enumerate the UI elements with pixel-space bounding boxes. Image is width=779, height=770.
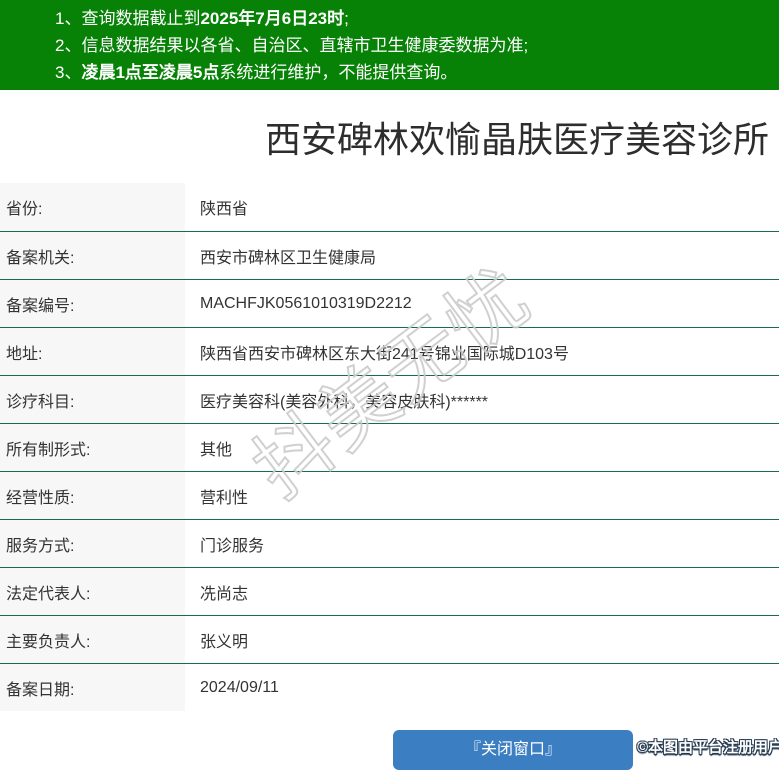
row-value-address: 陕西省西安市碑林区东大街241号锦业国际城D103号 bbox=[200, 345, 569, 363]
table-row: 主要负责人: 张义明 bbox=[0, 615, 779, 663]
notice-text: 信息数据结果以各省、自治区、直辖市卫生健康委数据为准; bbox=[81, 36, 529, 55]
notice-bold-text: 凌晨1点至凌晨5点 bbox=[81, 63, 220, 82]
row-value-business-nature: 营利性 bbox=[200, 489, 249, 507]
notice-number: 1、 bbox=[55, 9, 82, 28]
table-row: 备案编号: MACHFJK0561010319D2212 bbox=[0, 279, 779, 327]
row-label-legal-representative: 法定代表人: bbox=[0, 568, 185, 615]
row-label-filing-number: 备案编号: bbox=[0, 280, 185, 327]
row-label-filing-date: 备案日期: bbox=[0, 664, 185, 711]
notice-bold-text: 2025年7月6日23时 bbox=[200, 9, 345, 28]
notice-line-3: 3、凌晨1点至凌晨5点系统进行维护，不能提供查询。 bbox=[0, 59, 779, 86]
row-label-business-nature: 经营性质: bbox=[0, 472, 185, 519]
notice-text: 系统进行维护，不能提供查询。 bbox=[219, 63, 458, 82]
page-title: 西安碑林欢愉晶肤医疗美容诊所 bbox=[265, 119, 770, 160]
row-value-service-mode: 门诊服务 bbox=[200, 537, 265, 555]
notice-number: 2、 bbox=[55, 36, 82, 55]
notice-line-1: 1、查询数据截止到2025年7月6日23时; bbox=[0, 5, 779, 32]
close-window-button[interactable]: 『关闭窗口』 bbox=[393, 730, 633, 770]
row-label-principal-in-charge: 主要负责人: bbox=[0, 616, 185, 663]
notice-banner: 1、查询数据截止到2025年7月6日23时; 2、信息数据结果以各省、自治区、直… bbox=[0, 0, 779, 90]
table-row: 法定代表人: 冼尚志 bbox=[0, 567, 779, 615]
row-value-principal-in-charge: 张义明 bbox=[200, 633, 249, 651]
table-row: 诊疗科目: 医疗美容科(美容外科，美容皮肤科)****** bbox=[0, 375, 779, 423]
notice-text: 查询数据截止到 bbox=[81, 9, 201, 28]
row-value-province: 陕西省 bbox=[200, 201, 249, 218]
row-label-filing-authority: 备案机关: bbox=[0, 232, 185, 279]
table-row: 备案日期: 2024/09/11 bbox=[0, 663, 779, 711]
row-label-medical-subjects: 诊疗科目: bbox=[0, 376, 185, 423]
row-label-ownership-form: 所有制形式: bbox=[0, 424, 185, 471]
notice-text: ; bbox=[344, 9, 349, 28]
table-row: 备案机关: 西安市碑林区卫生健康局 bbox=[0, 231, 779, 279]
table-row: 经营性质: 营利性 bbox=[0, 471, 779, 519]
row-label-service-mode: 服务方式: bbox=[0, 520, 185, 567]
row-value-ownership-form: 其他 bbox=[200, 441, 233, 459]
notice-line-2: 2、信息数据结果以各省、自治区、直辖市卫生健康委数据为准; bbox=[0, 32, 779, 59]
table-row: 所有制形式: 其他 bbox=[0, 423, 779, 471]
row-label-address: 地址: bbox=[0, 328, 185, 375]
table-row: 省份: 陕西省 bbox=[0, 183, 779, 231]
row-value-filing-authority: 西安市碑林区卫生健康局 bbox=[200, 249, 377, 267]
row-value-filing-number: MACHFJK0561010319D2212 bbox=[200, 294, 412, 312]
row-value-legal-representative: 冼尚志 bbox=[200, 585, 249, 603]
row-label-province: 省份: bbox=[0, 183, 185, 231]
table-row: 服务方式: 门诊服务 bbox=[0, 519, 779, 567]
row-value-filing-date: 2024/09/11 bbox=[200, 678, 279, 696]
notice-number: 3、 bbox=[55, 63, 82, 82]
table-row: 地址: 陕西省西安市碑林区东大街241号锦业国际城D103号 bbox=[0, 327, 779, 375]
platform-upload-note: ©本图由平台注册用户上传 bbox=[637, 739, 779, 756]
row-value-medical-subjects: 医疗美容科(美容外科，美容皮肤科)****** bbox=[200, 393, 489, 411]
filing-info-table: 省份: 陕西省 备案机关: 西安市碑林区卫生健康局 备案编号: MACHFJK0… bbox=[0, 183, 779, 711]
